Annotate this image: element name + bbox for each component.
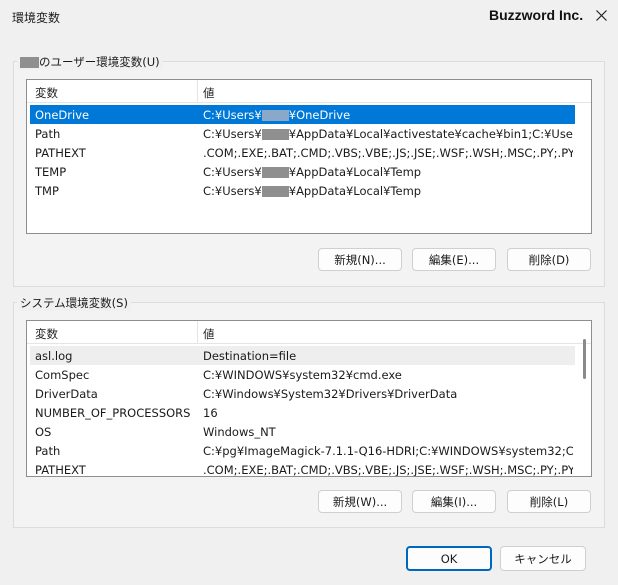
system-edit-button[interactable]: 編集(I)... xyxy=(412,490,496,513)
close-icon xyxy=(595,9,607,21)
cell-value: C:¥pg¥ImageMagick-7.1.1-Q16-HDRI;C:¥WIND… xyxy=(203,444,573,458)
table-row[interactable]: DriverData C:¥Windows¥System32¥Drivers¥D… xyxy=(30,384,575,403)
cell-variable: TMP xyxy=(35,184,59,198)
column-header-value[interactable]: 値 xyxy=(203,326,215,342)
column-header-variable[interactable]: 変数 xyxy=(35,326,58,342)
table-row[interactable]: TEMP C:¥Users¥ ¥AppData¥Local¥Temp xyxy=(30,162,575,181)
system-new-button[interactable]: 新規(W)... xyxy=(318,490,402,513)
cancel-button[interactable]: キャンセル xyxy=(500,546,586,571)
cell-value: Windows_NT xyxy=(203,425,276,439)
cell-value: 16 xyxy=(203,406,218,420)
user-list-header: 変数 値 xyxy=(27,80,591,103)
user-edit-button[interactable]: 編集(E)... xyxy=(412,248,496,271)
close-button[interactable] xyxy=(590,4,612,26)
table-row[interactable]: NUMBER_OF_PROCESSORS 16 xyxy=(30,403,575,422)
cell-variable: OneDrive xyxy=(35,108,90,122)
cell-variable: ComSpec xyxy=(35,368,90,382)
table-row[interactable]: Path C:¥Users¥ ¥AppData¥Local¥activestate… xyxy=(30,124,575,143)
table-row[interactable]: TMP C:¥Users¥ ¥AppData¥Local¥Temp xyxy=(30,181,575,200)
user-variables-label-text: のユーザー環境変数(U) xyxy=(39,55,160,69)
table-row[interactable]: ComSpec C:¥WINDOWS¥system32¥cmd.exe xyxy=(30,365,575,384)
redacted-username xyxy=(261,186,289,197)
user-new-button[interactable]: 新規(N)... xyxy=(318,248,402,271)
cell-value: C:¥Users¥ ¥AppData¥Local¥Temp xyxy=(203,165,422,179)
redacted-username xyxy=(261,129,289,140)
vertical-scrollbar[interactable] xyxy=(583,339,586,379)
user-variables-list[interactable]: 変数 値 OneDrive C:¥Users¥ ¥OneDrive Path C:… xyxy=(26,79,592,234)
window-title: 環境変数 xyxy=(12,11,61,25)
table-row[interactable]: asl.log Destination=file xyxy=(30,346,575,365)
system-delete-button[interactable]: 削除(L) xyxy=(507,490,591,513)
table-row[interactable]: OS Windows_NT xyxy=(30,422,575,441)
cell-variable: asl.log xyxy=(35,349,73,363)
ok-button[interactable]: OK xyxy=(406,546,492,571)
table-row[interactable]: PATHEXT .COM;.EXE;.BAT;.CMD;.VBS;.VBE;.J… xyxy=(30,143,575,162)
cell-value: .COM;.EXE;.BAT;.CMD;.VBS;.VBE;.JS;.JSE;.… xyxy=(203,146,573,160)
cell-value: C:¥Windows¥System32¥Drivers¥DriverData xyxy=(203,387,458,401)
redacted-username xyxy=(261,110,289,121)
column-header-value[interactable]: 値 xyxy=(203,85,215,101)
cell-variable: OS xyxy=(35,425,52,439)
system-variables-list[interactable]: 変数 値 asl.log Destination=file ComSpec C:… xyxy=(26,320,592,477)
redacted-username xyxy=(20,57,39,68)
cell-variable: Path xyxy=(35,444,61,458)
cell-variable: Path xyxy=(35,127,61,141)
cell-value: C:¥Users¥ ¥AppData¥Local¥activestate¥cach… xyxy=(203,127,573,141)
system-list-header: 変数 値 xyxy=(27,321,591,344)
cell-value: C:¥WINDOWS¥system32¥cmd.exe xyxy=(203,368,402,382)
table-row[interactable]: Path C:¥pg¥ImageMagick-7.1.1-Q16-HDRI;C:… xyxy=(30,441,575,460)
column-header-variable[interactable]: 変数 xyxy=(35,85,58,101)
column-divider[interactable] xyxy=(197,321,198,343)
title-bar: 環境変数 Buzzword Inc. xyxy=(0,0,618,31)
cell-value: C:¥Users¥ ¥AppData¥Local¥Temp xyxy=(203,184,422,198)
cell-value: Destination=file xyxy=(203,349,297,363)
table-row[interactable]: PATHEXT .COM;.EXE;.BAT;.CMD;.VBS;.VBE;.J… xyxy=(30,460,575,477)
table-row[interactable]: OneDrive C:¥Users¥ ¥OneDrive xyxy=(30,105,575,124)
user-variables-label: のユーザー環境変数(U) xyxy=(17,54,163,70)
system-variables-label: システム環境変数(S) xyxy=(17,295,131,311)
cell-variable: PATHEXT xyxy=(35,463,86,477)
brand-label: Buzzword Inc. xyxy=(489,7,584,23)
cell-value: .COM;.EXE;.BAT;.CMD;.VBS;.VBE;.JS;.JSE;.… xyxy=(203,463,573,477)
cell-variable: TEMP xyxy=(35,165,67,179)
cell-variable: DriverData xyxy=(35,387,98,401)
cell-variable: NUMBER_OF_PROCESSORS xyxy=(35,406,191,420)
cell-variable: PATHEXT xyxy=(35,146,86,160)
redacted-username xyxy=(261,167,289,178)
user-delete-button[interactable]: 削除(D) xyxy=(507,248,591,271)
cell-value: C:¥Users¥ ¥OneDrive xyxy=(203,108,351,122)
column-divider[interactable] xyxy=(197,80,198,102)
